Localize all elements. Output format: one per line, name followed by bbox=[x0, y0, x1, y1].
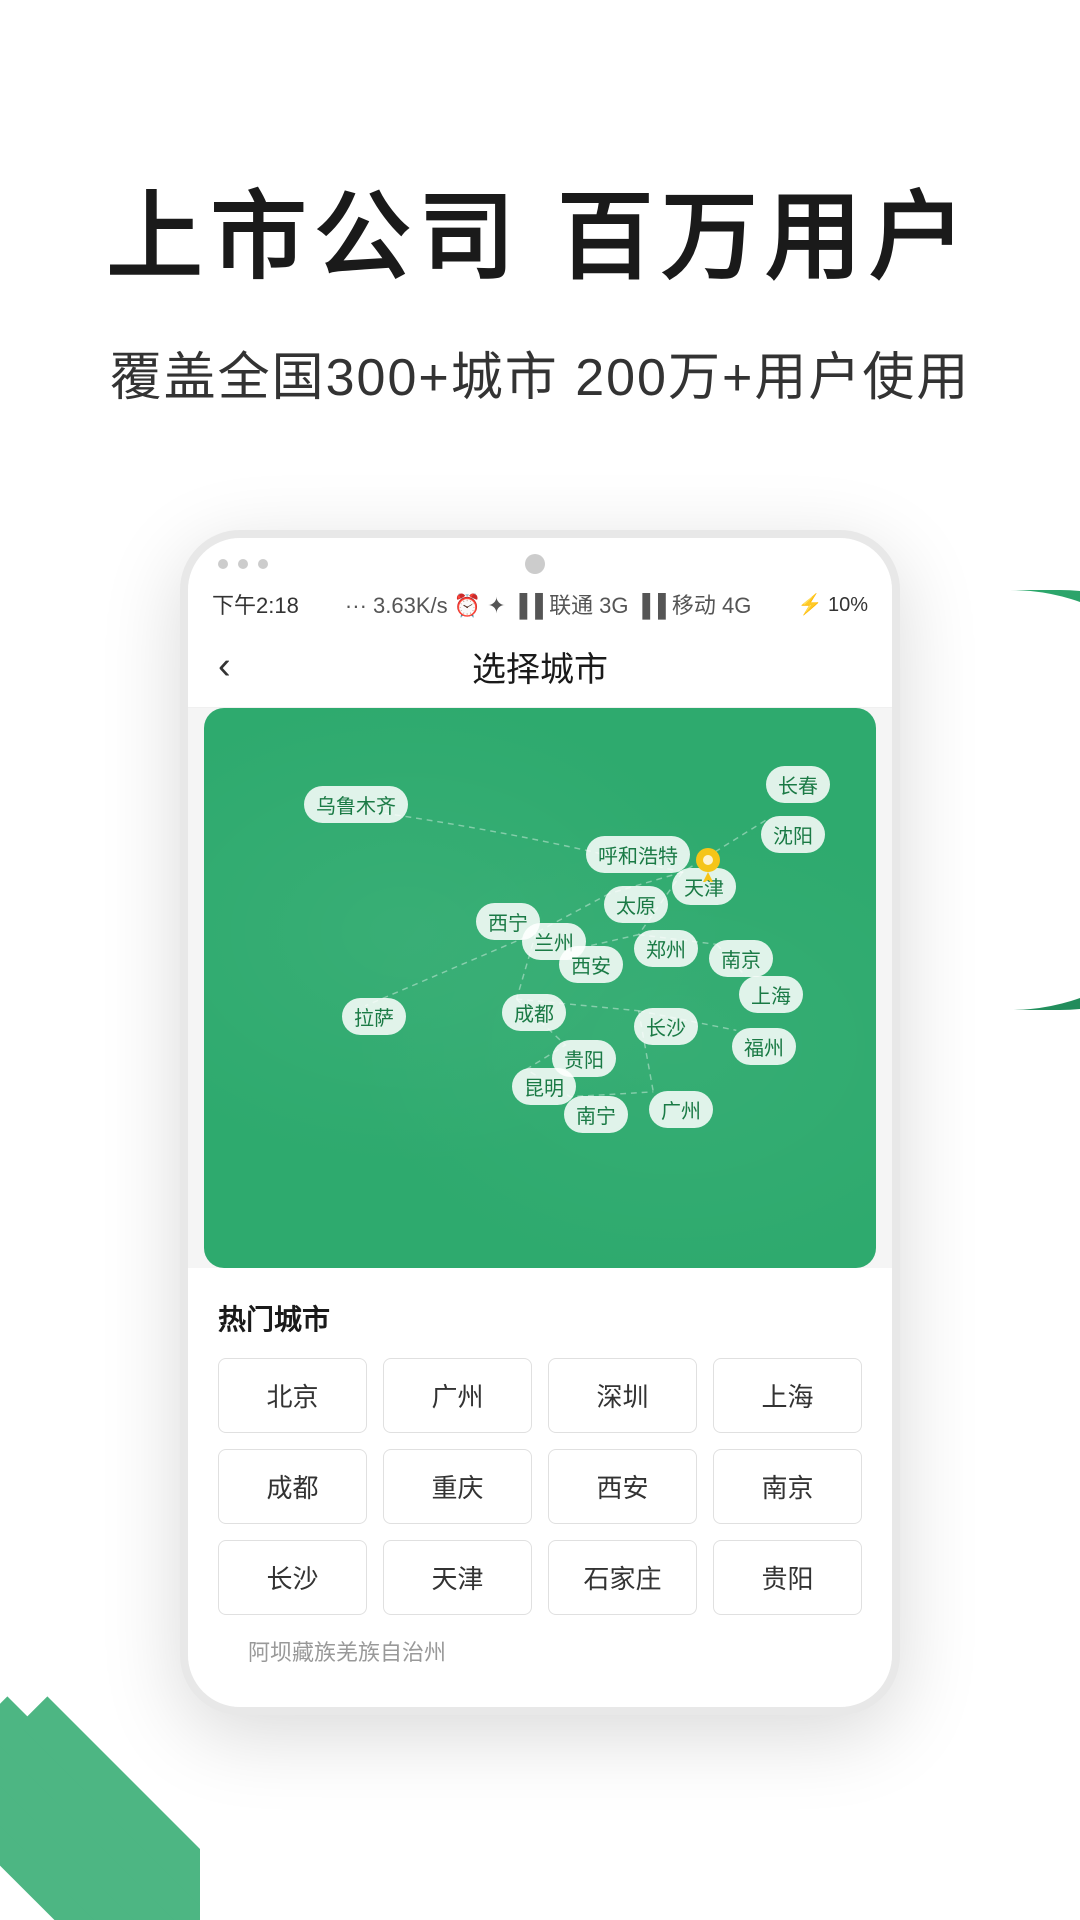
dot-1 bbox=[218, 559, 228, 569]
green-arc-decoration bbox=[880, 590, 1080, 1015]
region-text: 阿坝藏族羌族自治州 bbox=[218, 1615, 862, 1677]
city-nanning[interactable]: 南宁 bbox=[564, 1096, 628, 1133]
city-wulumuqi[interactable]: 乌鲁木齐 bbox=[304, 786, 408, 823]
city-btn-guiyang[interactable]: 贵阳 bbox=[713, 1540, 862, 1615]
phone-dots bbox=[218, 559, 268, 569]
phone-container: 下午2:18 ··· 3.63K/s ⏰ ✦ ▐▐ 联通 3G ▐▐ 移动 4G… bbox=[0, 530, 1080, 1715]
city-btn-shenzhen[interactable]: 深圳 bbox=[548, 1358, 697, 1433]
hot-cities-title: 热门城市 bbox=[218, 1298, 862, 1338]
city-chengdu-map[interactable]: 成都 bbox=[502, 994, 566, 1031]
city-btn-chengdu[interactable]: 成都 bbox=[218, 1449, 367, 1524]
nav-bar: ‹ 选择城市 bbox=[188, 626, 892, 708]
city-lasa[interactable]: 拉萨 bbox=[342, 998, 406, 1035]
nav-title: 选择城市 bbox=[472, 642, 608, 691]
top-section: 上市公司 百万用户 覆盖全国300+城市 200万+用户使用 bbox=[0, 0, 1080, 470]
city-btn-chongqing[interactable]: 重庆 bbox=[383, 1449, 532, 1524]
main-title: 上市公司 百万用户 bbox=[80, 180, 1000, 295]
city-guangzhou-map[interactable]: 广州 bbox=[649, 1091, 713, 1128]
city-btn-beijing[interactable]: 北京 bbox=[218, 1358, 367, 1433]
status-network: ··· 3.63K/s ⏰ ✦ ▐▐ 联通 3G ▐▐ 移动 4G bbox=[345, 588, 751, 620]
phone-top-bar bbox=[188, 538, 892, 582]
city-xian[interactable]: 西安 bbox=[559, 946, 623, 983]
city-btn-xian[interactable]: 西安 bbox=[548, 1449, 697, 1524]
city-btn-shanghai[interactable]: 上海 bbox=[713, 1358, 862, 1433]
city-shenyang[interactable]: 沈阳 bbox=[761, 816, 825, 853]
city-grid: 北京 广州 深圳 上海 成都 重庆 西安 南京 长沙 天津 石家庄 贵阳 bbox=[218, 1358, 862, 1615]
city-btn-changsha[interactable]: 长沙 bbox=[218, 1540, 367, 1615]
city-kunming[interactable]: 昆明 bbox=[512, 1068, 576, 1105]
city-shanghai-map[interactable]: 上海 bbox=[739, 976, 803, 1013]
city-btn-shijiazhuang[interactable]: 石家庄 bbox=[548, 1540, 697, 1615]
sub-title: 覆盖全国300+城市 200万+用户使用 bbox=[80, 335, 1000, 410]
bottom-left-decoration bbox=[0, 1600, 200, 1920]
city-btn-guangzhou[interactable]: 广州 bbox=[383, 1358, 532, 1433]
city-changsha-map[interactable]: 长沙 bbox=[634, 1008, 698, 1045]
city-changchun[interactable]: 长春 bbox=[766, 766, 830, 803]
status-time: 下午2:18 bbox=[212, 588, 299, 620]
city-nanjing-map[interactable]: 南京 bbox=[709, 940, 773, 977]
status-battery: ⚡ 10% bbox=[797, 592, 868, 617]
city-huhehaote[interactable]: 呼和浩特 bbox=[586, 836, 690, 873]
city-btn-tianjin[interactable]: 天津 bbox=[383, 1540, 532, 1615]
hot-cities-section: 热门城市 北京 广州 深圳 上海 成都 重庆 西安 南京 长沙 天津 石家庄 贵… bbox=[188, 1268, 892, 1707]
city-fuzhou[interactable]: 福州 bbox=[732, 1028, 796, 1065]
city-taiyuan[interactable]: 太原 bbox=[604, 886, 668, 923]
phone-mockup: 下午2:18 ··· 3.63K/s ⏰ ✦ ▐▐ 联通 3G ▐▐ 移动 4G… bbox=[180, 530, 900, 1715]
map-pin bbox=[694, 846, 722, 887]
city-zhengzhou[interactable]: 郑州 bbox=[634, 930, 698, 967]
status-bar: 下午2:18 ··· 3.63K/s ⏰ ✦ ▐▐ 联通 3G ▐▐ 移动 4G… bbox=[188, 582, 892, 626]
dot-2 bbox=[238, 559, 248, 569]
phone-camera bbox=[525, 554, 545, 574]
dot-3 bbox=[258, 559, 268, 569]
city-btn-nanjing[interactable]: 南京 bbox=[713, 1449, 862, 1524]
back-button[interactable]: ‹ bbox=[218, 645, 231, 688]
map-area[interactable]: 乌鲁木齐 长春 沈阳 呼和浩特 天津 太原 西宁 兰州 西安 郑州 南京 上海 … bbox=[204, 708, 876, 1268]
